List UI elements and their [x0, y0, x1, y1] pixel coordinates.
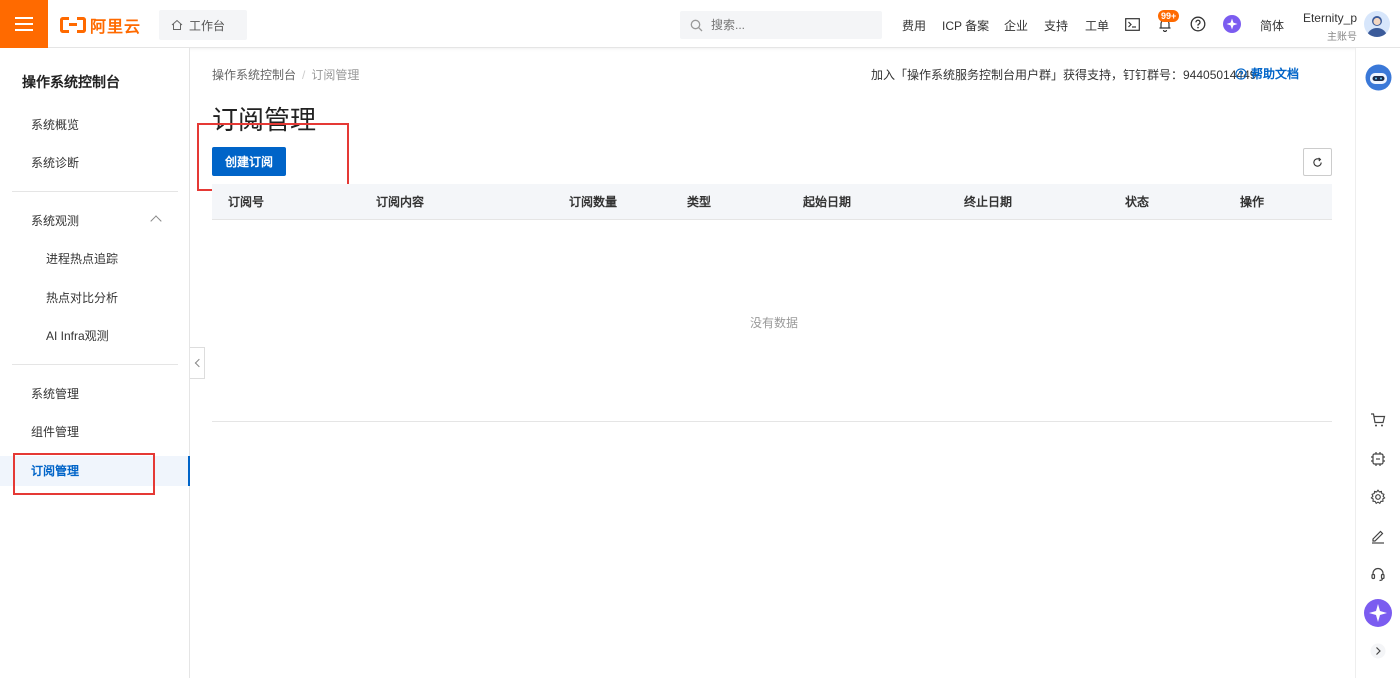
highlight-box: [13, 453, 155, 495]
chip-icon[interactable]: [1368, 449, 1388, 469]
help-docs-label: 帮助文档: [1251, 67, 1300, 81]
notification-badge: 99+: [1158, 10, 1180, 22]
search-box[interactable]: [680, 11, 882, 39]
sidebar-item-hotspot-compare[interactable]: 热点对比分析: [0, 283, 190, 313]
column-header: 操作: [1240, 195, 1265, 209]
workbench-button[interactable]: 工作台: [159, 10, 247, 40]
highlight-box: [197, 123, 349, 191]
ai-assistant-icon[interactable]: [1223, 15, 1241, 33]
sidebar-item-hotspot-trace[interactable]: 进程热点追踪: [0, 244, 190, 274]
user-info[interactable]: Eternity_p 主账号: [1300, 11, 1357, 43]
cart-icon[interactable]: [1368, 410, 1388, 430]
user-role: 主账号: [1327, 32, 1357, 43]
help-circle-icon[interactable]: [1189, 15, 1207, 33]
top-bar: 阿里云 工作台 费用 ICP 备案 企业 支持 工单 99+ 简体 Eterni…: [0, 0, 1400, 48]
nav-enterprise[interactable]: 企业: [1004, 17, 1028, 34]
sidebar-divider: [12, 364, 178, 365]
aliyun-logo[interactable]: 阿里云: [60, 14, 141, 36]
sidebar-item-system-manage[interactable]: 系统管理: [0, 379, 190, 409]
nav-icp[interactable]: ICP 备案: [942, 17, 989, 34]
home-icon: [171, 19, 183, 30]
terminal-icon[interactable]: [1123, 15, 1141, 33]
breadcrumb-current: 订阅管理: [311, 68, 360, 82]
column-header: 订阅号: [228, 195, 265, 209]
workbench-label: 工作台: [189, 18, 226, 33]
headset-icon[interactable]: [1368, 564, 1388, 584]
nav-ticket[interactable]: 工单: [1085, 17, 1109, 34]
breadcrumb-root[interactable]: 操作系统控制台: [212, 68, 296, 82]
table-bottom-border: [212, 421, 1332, 422]
column-header: 起始日期: [803, 195, 852, 209]
refresh-button[interactable]: [1303, 148, 1332, 176]
nav-support[interactable]: 支持: [1044, 17, 1068, 34]
sidebar-group-observe-label: 系统观测: [31, 214, 80, 228]
chevron-left-icon: [194, 358, 203, 368]
gear-icon[interactable]: [1368, 487, 1388, 507]
breadcrumb-separator: /: [302, 68, 306, 82]
ai-assistant-icon[interactable]: [1364, 599, 1392, 627]
edit-icon[interactable]: [1368, 526, 1388, 546]
breadcrumb: 操作系统控制台 / 订阅管理: [212, 66, 359, 83]
sidebar-item-overview[interactable]: 系统概览: [0, 110, 190, 140]
sidebar-item-ai-infra[interactable]: AI Infra观测: [0, 321, 190, 351]
language-switch[interactable]: 简体: [1260, 17, 1284, 34]
logo-mark-icon: [60, 17, 86, 33]
help-icon: [1235, 67, 1247, 80]
avatar[interactable]: [1364, 11, 1390, 37]
column-header: 订阅内容: [376, 195, 425, 209]
empty-state-text: 没有数据: [750, 316, 799, 330]
sidebar-title: 操作系统控制台: [22, 74, 120, 90]
search-input[interactable]: [711, 18, 861, 32]
sidebar-item-component-manage[interactable]: 组件管理: [0, 417, 190, 447]
sidebar-item-diagnosis[interactable]: 系统诊断: [0, 148, 190, 178]
menu-icon[interactable]: [0, 0, 48, 48]
sidebar-group-observe[interactable]: 系统观测: [0, 206, 190, 236]
help-docs-link[interactable]: 帮助文档: [1235, 65, 1299, 82]
column-header: 类型: [687, 195, 712, 209]
robot-assistant-icon[interactable]: [1365, 64, 1392, 91]
support-notice: 加入「操作系统服务控制台用户群」获得支持，钉钉群号：94405014449: [871, 68, 1257, 82]
nav-fees[interactable]: 费用: [902, 17, 926, 34]
table-header: 订阅号 订阅内容 订阅数量 类型 起始日期 终止日期 状态 操作: [212, 184, 1332, 220]
column-header: 状态: [1125, 195, 1150, 209]
chevron-up-icon: [150, 215, 162, 227]
sidebar: 操作系统控制台 系统概览 系统诊断 系统观测 进程热点追踪 热点对比分析 AI …: [0, 48, 190, 678]
column-header: 终止日期: [964, 195, 1013, 209]
refresh-icon: [1313, 156, 1322, 167]
column-header: 订阅数量: [569, 195, 618, 209]
search-icon: [690, 19, 703, 31]
logo-text: 阿里云: [90, 19, 142, 36]
sidebar-divider: [12, 191, 178, 192]
user-name: Eternity_p: [1302, 11, 1357, 25]
sidebar-collapse-handle[interactable]: [190, 347, 205, 379]
chevron-right-icon[interactable]: [1368, 641, 1388, 661]
